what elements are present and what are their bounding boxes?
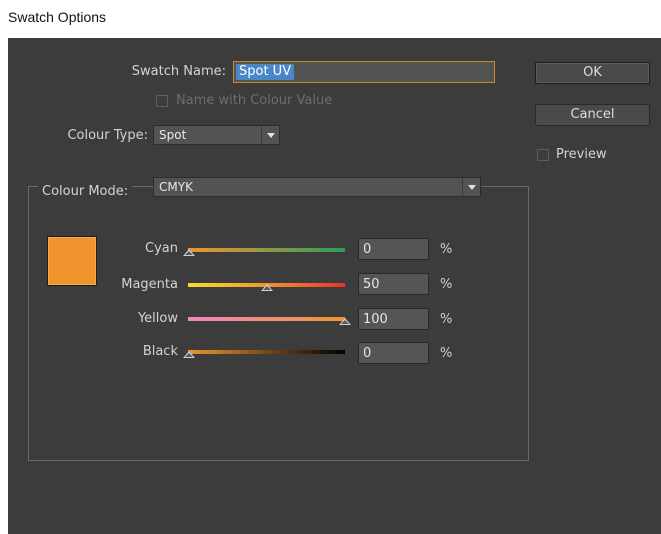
cyan-slider-thumb[interactable]: [183, 249, 195, 256]
yellow-input[interactable]: 100: [358, 308, 429, 330]
chevron-down-icon: [462, 178, 480, 196]
yellow-percent: %: [440, 312, 453, 327]
black-percent: %: [440, 346, 453, 361]
name-with-colour-value-checkbox[interactable]: [156, 95, 168, 107]
magenta-input[interactable]: 50: [358, 273, 429, 295]
swatch-name-input[interactable]: Spot UV: [233, 61, 495, 83]
preview-label: Preview: [556, 147, 607, 162]
colour-type-value: Spot: [159, 128, 187, 142]
colour-type-label: Colour Type:: [67, 128, 148, 143]
magenta-slider-thumb[interactable]: [261, 284, 273, 291]
black-slider-thumb[interactable]: [183, 351, 195, 358]
cyan-input[interactable]: 0: [358, 238, 429, 260]
colour-mode-value: CMYK: [159, 180, 193, 194]
chevron-down-icon: [261, 126, 279, 144]
colour-swatch: [47, 236, 97, 286]
magenta-percent: %: [440, 277, 453, 292]
cyan-value: 0: [363, 242, 372, 257]
yellow-slider-track[interactable]: [188, 317, 345, 321]
colour-mode-dropdown[interactable]: CMYK: [153, 177, 481, 197]
black-label: Black: [142, 344, 178, 359]
magenta-value: 50: [363, 277, 380, 292]
black-input[interactable]: 0: [358, 342, 429, 364]
colour-type-dropdown[interactable]: Spot: [153, 125, 280, 145]
preview-checkbox[interactable]: [537, 149, 549, 161]
window-title: Swatch Options: [8, 9, 107, 25]
cancel-button[interactable]: Cancel: [535, 104, 650, 126]
yellow-label: Yellow: [137, 311, 178, 326]
colour-mode-label: Colour Mode:: [38, 184, 133, 199]
black-value: 0: [363, 346, 372, 361]
ok-button[interactable]: OK: [535, 62, 650, 84]
cyan-percent: %: [440, 242, 453, 257]
swatch-name-label: Swatch Name:: [131, 64, 226, 79]
yellow-slider-thumb[interactable]: [339, 318, 351, 325]
title-bar: Swatch Options: [0, 0, 661, 38]
cyan-slider-track[interactable]: [188, 248, 345, 252]
magenta-label: Magenta: [121, 277, 178, 292]
cyan-label: Cyan: [145, 241, 178, 256]
yellow-value: 100: [363, 312, 388, 327]
swatch-name-value: Spot UV: [236, 64, 295, 80]
name-with-colour-value-label: Name with Colour Value: [176, 93, 333, 108]
black-slider-track[interactable]: [188, 350, 345, 354]
